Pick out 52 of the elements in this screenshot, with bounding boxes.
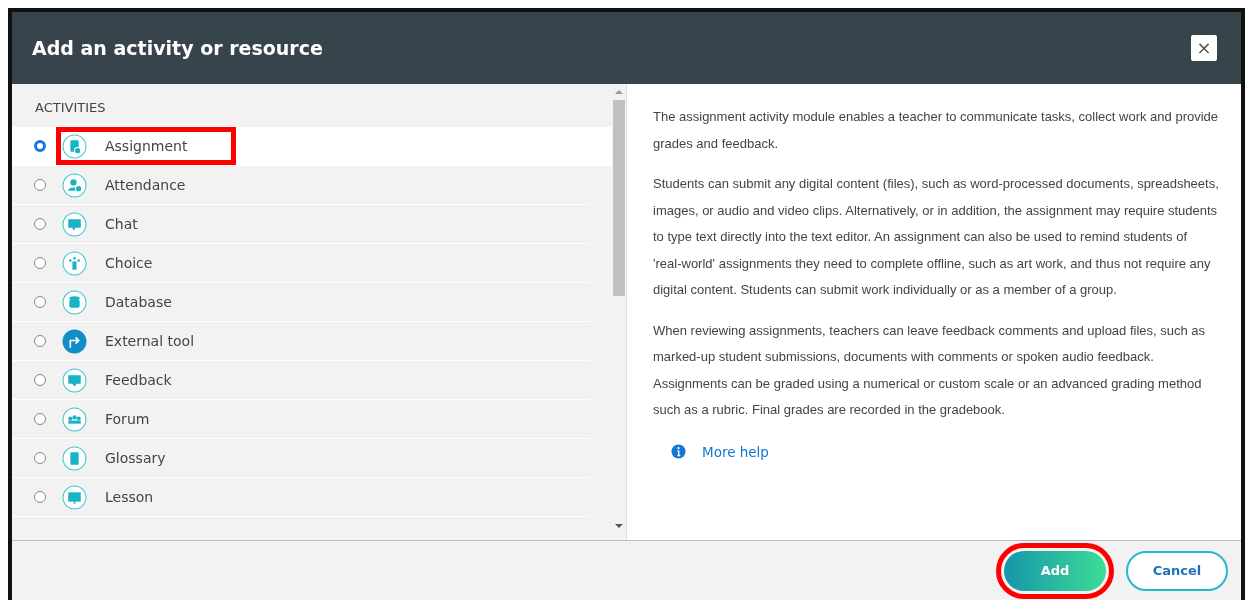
activity-label: Glossary [105,450,166,466]
activity-item[interactable]: Chat [12,205,590,244]
activity-item[interactable]: Glossary [12,439,590,478]
info-icon [671,444,686,459]
more-help-link[interactable]: More help [702,443,769,460]
scroll-down-icon[interactable] [615,524,623,528]
activity-item[interactable]: Attendance [12,166,590,205]
activity-icon [62,133,87,159]
activity-icon [62,367,87,393]
activity-label: Choice [105,255,153,271]
description-paragraph: Students can submit any digital content (files), such as word-processed documents, spreadsheets, images, or audio and video clips. Alternatively, or in addition, the assignment may require students to type text directly into the text editor. An assignment can also be used to remind students of 'real-world' assignments they need to complete offline, such as art work, and thus not require any digital content. Students can submit work individually or as a member of a group. [653,175,1219,299]
radio-button[interactable] [34,140,46,152]
radio-button[interactable] [34,413,46,425]
activity-label: Feedback [105,372,172,388]
activity-item[interactable]: Choice [12,244,590,283]
activity-item[interactable]: Lesson [12,478,590,517]
description-paragraph: When reviewing assignments, teachers can leave feedback comments and upload files, such as marked-up student submissions, documents with comments or spoken audio feedback. Assignments can be graded using a numerical or custom scale or an advanced grading method such as a rubric. Final grades are recorded in the gradebook. [653,321,1207,419]
section-heading: ACTIVITIES [34,100,107,117]
radio-button[interactable] [34,452,46,464]
activity-item[interactable]: Assignment [12,127,612,166]
activity-label: Database [105,294,172,310]
radio-button[interactable] [34,257,46,269]
description-paragraph: The assignment activity module enables a teacher to communicate tasks, collect work and provide grades and feedback. [653,108,1219,153]
activity-label: Attendance [105,177,186,193]
cancel-button[interactable]: Cancel [1126,550,1228,591]
activity-item[interactable]: External tool [12,322,590,361]
activity-icon [62,406,87,432]
activity-label: Assignment [105,138,188,154]
activity-icon [62,484,87,510]
activity-item[interactable]: Feedback [12,361,590,400]
scroll-up-icon[interactable] [615,90,623,94]
activity-item[interactable]: Database [12,283,590,322]
activity-icon [62,211,87,237]
activity-item[interactable]: Forum [12,400,590,439]
activity-icon [62,250,87,276]
activity-label: Chat [105,216,138,232]
activity-label: Lesson [105,489,154,505]
radio-button[interactable] [34,335,46,347]
activity-icon [62,289,87,315]
activity-label: Forum [105,411,150,427]
close-button[interactable]: × [1191,35,1217,61]
radio-button[interactable] [34,491,46,503]
activity-label: External tool [105,333,195,349]
radio-button[interactable] [34,296,46,308]
activity-icon [62,172,87,198]
arrow-circle-icon [62,328,87,354]
radio-button[interactable] [34,179,46,191]
activity-icon [62,445,87,471]
scrollbar-thumb[interactable] [613,100,625,296]
radio-button[interactable] [34,374,46,386]
dialog-title: Add an activity or resource [32,37,323,59]
radio-button[interactable] [34,218,46,230]
